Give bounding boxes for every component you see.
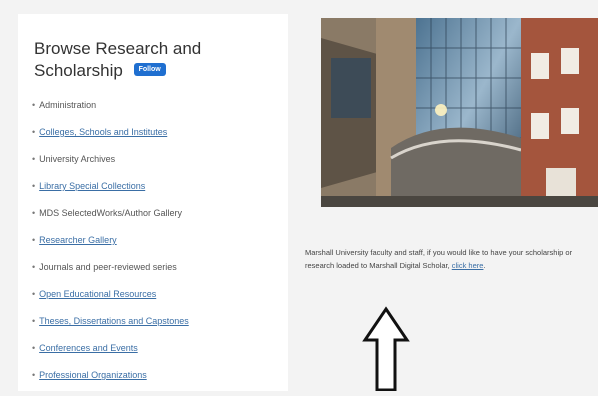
bullet-icon: • xyxy=(32,154,36,164)
collection-link[interactable]: Journals and peer-reviewed series xyxy=(39,262,177,272)
bullet-icon: • xyxy=(32,127,36,137)
collection-list-item[interactable]: • Administration xyxy=(32,99,189,126)
collection-link[interactable]: MDS SelectedWorks/Author Gallery xyxy=(39,208,182,218)
collection-list-item[interactable]: • Professional Organizations xyxy=(32,369,189,396)
bullet-icon: • xyxy=(32,235,36,245)
collection-list-item[interactable]: • Researcher Gallery xyxy=(32,234,189,261)
collection-link[interactable]: Administration xyxy=(39,100,96,110)
collection-list-item[interactable]: • Journals and peer-reviewed series xyxy=(32,261,189,288)
up-arrow-icon xyxy=(362,306,410,392)
collection-link[interactable]: Open Educational Resources xyxy=(39,289,156,299)
bullet-icon: • xyxy=(32,370,36,380)
browse-heading: Browse Research and Scholarship Follow xyxy=(34,38,274,82)
browse-title: Browse Research and Scholarship xyxy=(34,39,202,80)
follow-button[interactable]: Follow xyxy=(133,63,166,77)
collection-link[interactable]: Professional Organizations xyxy=(39,370,147,380)
bullet-icon: • xyxy=(32,100,36,110)
faculty-note-end: . xyxy=(483,260,486,270)
collection-link[interactable]: Researcher Gallery xyxy=(39,235,117,245)
collection-list-item[interactable]: • Colleges, Schools and Institutes xyxy=(32,126,189,153)
collection-list-item[interactable]: • Conferences and Events xyxy=(32,342,189,369)
collection-link[interactable]: Colleges, Schools and Institutes xyxy=(39,127,167,137)
bullet-icon: • xyxy=(32,316,36,326)
collection-list-item[interactable]: • University Archives xyxy=(32,153,189,180)
bullet-icon: • xyxy=(32,181,36,191)
bullet-icon: • xyxy=(32,289,36,299)
collection-link[interactable]: University Archives xyxy=(39,154,115,164)
collection-list: • Administration • Colleges, Schools and In… xyxy=(32,99,189,396)
bullet-icon: • xyxy=(32,343,36,353)
campus-building-photo xyxy=(321,18,598,207)
collection-list-item[interactable]: • MDS SelectedWorks/Author Gallery xyxy=(32,207,189,234)
browse-panel: Browse Research and Scholarship Follow •… xyxy=(18,14,288,391)
bullet-icon: • xyxy=(32,262,36,272)
faculty-note: Marshall University faculty and staff, i… xyxy=(305,247,595,272)
collection-list-item[interactable]: • Theses, Dissertations and Capstones xyxy=(32,315,189,342)
bullet-icon: • xyxy=(32,208,36,218)
collection-list-item[interactable]: • Library Special Collections xyxy=(32,180,189,207)
collection-link[interactable]: Library Special Collections xyxy=(39,181,145,191)
faculty-note-text: Marshall University faculty and staff, i… xyxy=(305,248,573,270)
collection-link[interactable]: Theses, Dissertations and Capstones xyxy=(39,316,189,326)
click-here-link[interactable]: click here xyxy=(452,261,484,270)
collection-list-item[interactable]: • Open Educational Resources xyxy=(32,288,189,315)
collection-link[interactable]: Conferences and Events xyxy=(39,343,138,353)
